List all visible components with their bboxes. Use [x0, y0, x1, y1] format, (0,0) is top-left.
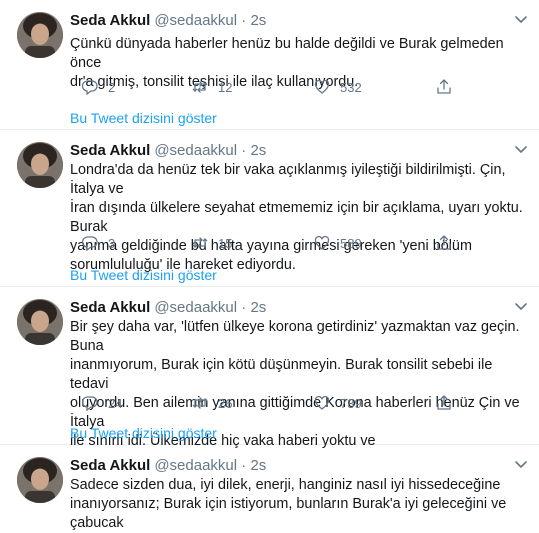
tweet[interactable]: Seda Akkul @sedaakkul · 2s Sadece sizden … — [0, 445, 539, 531]
like-icon — [314, 79, 330, 94]
share-button[interactable] — [436, 233, 462, 253]
reply-button[interactable]: 3 — [82, 233, 115, 253]
reply-button[interactable]: 24 — [82, 393, 122, 413]
tweet-text-line: İran dışında ülkelere seyahat etmememiz … — [70, 200, 523, 235]
timestamp[interactable]: 2s — [250, 299, 266, 316]
author-handle[interactable]: @sedaakkul — [154, 12, 237, 29]
tweet-header: Seda Akkul @sedaakkul · 2s — [70, 11, 266, 31]
tweet-text-line: inanmıyorum, Burak için kötü düşünmeyin.… — [70, 357, 493, 392]
retweet-icon — [192, 397, 208, 409]
like-button[interactable]: 739 — [314, 393, 362, 413]
separator-dot: · — [241, 142, 247, 159]
like-icon — [314, 235, 330, 250]
retweet-count: 12 — [218, 79, 233, 95]
author-name[interactable]: Seda Akkul — [70, 12, 150, 29]
tweet-header: Seda Akkul @sedaakkul · 2s — [70, 456, 266, 476]
retweet-button[interactable]: 12 — [192, 77, 232, 97]
avatar[interactable] — [17, 142, 63, 188]
chevron-down-icon[interactable] — [514, 142, 528, 156]
tweet-text-line: Londra'da da henüz tek bir vaka açıklanm… — [70, 162, 506, 197]
tweet-text: Çünkü dünyada haberler henüz bu halde de… — [70, 35, 532, 92]
like-count: 589 — [340, 235, 362, 251]
tweet-text-line: Sadece sizden dua, iyi dilek, enerji, ha… — [70, 477, 501, 493]
tweet-text: Sadece sizden dua, iyi dilek, enerji, ha… — [70, 476, 532, 533]
avatar[interactable] — [17, 457, 63, 503]
avatar[interactable] — [17, 299, 63, 345]
reply-button[interactable]: 2 — [82, 77, 115, 97]
chevron-down-icon[interactable] — [514, 299, 528, 313]
tweet-header: Seda Akkul @sedaakkul · 2s — [70, 141, 266, 161]
share-icon — [437, 395, 451, 410]
reply-icon — [82, 236, 98, 251]
share-icon — [437, 235, 451, 250]
like-count: 739 — [340, 395, 362, 411]
reply-count: 24 — [108, 395, 123, 411]
like-button[interactable]: 589 — [314, 233, 362, 253]
separator-dot: · — [241, 457, 247, 474]
separator-dot: · — [241, 12, 247, 29]
tweet[interactable]: Seda Akkul @sedaakkul · 2s Çünkü dünyada … — [0, 0, 539, 130]
retweet-count: 15 — [218, 235, 233, 251]
timestamp[interactable]: 2s — [250, 457, 266, 474]
like-count: 532 — [340, 79, 362, 95]
reply-count: 3 — [108, 235, 116, 251]
show-thread-link[interactable]: Bu Tweet dizisini göster — [70, 267, 217, 283]
timestamp[interactable]: 2s — [250, 12, 266, 29]
author-handle[interactable]: @sedaakkul — [154, 299, 237, 316]
retweet-button[interactable]: 15 — [192, 233, 232, 253]
share-button[interactable] — [436, 77, 462, 97]
tweet-text-line: Bir şey daha var, 'lütfen ülkeye korona … — [70, 319, 520, 354]
tweet-text-line: Çünkü dünyada haberler henüz bu halde de… — [70, 36, 504, 71]
reply-icon — [82, 80, 98, 95]
share-icon — [437, 79, 451, 94]
retweet-icon — [192, 81, 208, 93]
share-button[interactable] — [436, 393, 462, 413]
timestamp[interactable]: 2s — [250, 142, 266, 159]
tweet-text-line: dr'a gitmiş, tonsilit teşhisi ile ilaç k… — [70, 74, 359, 90]
author-handle[interactable]: @sedaakkul — [154, 457, 237, 474]
author-name[interactable]: Seda Akkul — [70, 142, 150, 159]
like-icon — [314, 395, 330, 410]
chevron-down-icon[interactable] — [514, 12, 528, 26]
reply-count: 2 — [108, 79, 116, 95]
tweet-text: Londra'da da henüz tek bir vaka açıklanm… — [70, 161, 532, 275]
like-button[interactable]: 532 — [314, 77, 362, 97]
tweet[interactable]: Seda Akkul @sedaakkul · 2s Londra'da da h… — [0, 130, 539, 287]
retweet-button[interactable]: 26 — [192, 393, 232, 413]
author-name[interactable]: Seda Akkul — [70, 457, 150, 474]
show-thread-link[interactable]: Bu Tweet dizisini göster — [70, 110, 217, 126]
author-name[interactable]: Seda Akkul — [70, 299, 150, 316]
separator-dot: · — [241, 299, 247, 316]
show-thread-link[interactable]: Bu Tweet dizisini göster — [70, 425, 217, 441]
tweet-header: Seda Akkul @sedaakkul · 2s — [70, 298, 266, 318]
tweet[interactable]: Seda Akkul @sedaakkul · 2s Bir şey daha v… — [0, 287, 539, 449]
retweet-count: 26 — [218, 395, 233, 411]
author-handle[interactable]: @sedaakkul — [154, 142, 237, 159]
tweet-text-line: yanıma geldiğinde bu hafta yayına girmes… — [70, 238, 472, 254]
avatar[interactable] — [17, 12, 63, 58]
reply-icon — [82, 396, 98, 411]
chevron-down-icon[interactable] — [514, 457, 528, 471]
tweet-text-line: inanıyorsanız; Burak için istiyorum, bun… — [70, 496, 507, 531]
retweet-icon — [192, 237, 208, 249]
